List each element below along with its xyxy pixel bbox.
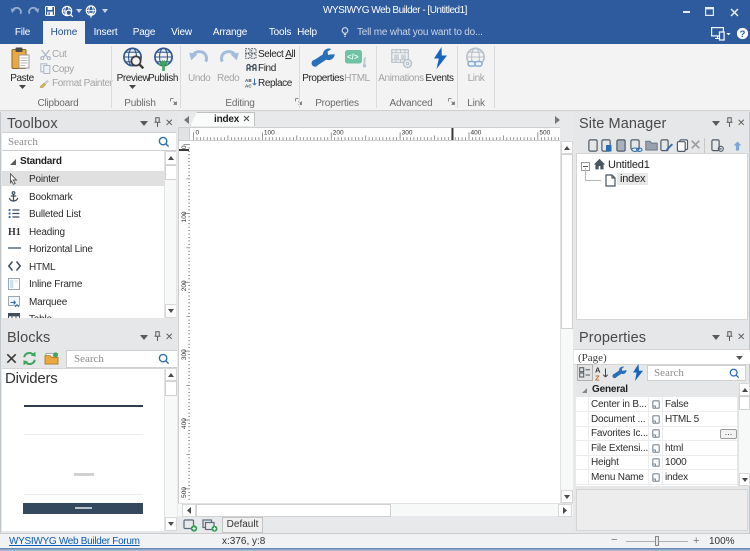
svg-text:</>: </> bbox=[347, 53, 359, 62]
svg-text:400: 400 bbox=[470, 130, 481, 137]
svg-text:100: 100 bbox=[264, 130, 275, 137]
svg-text:Z: Z bbox=[595, 374, 600, 382]
svg-text:300: 300 bbox=[181, 349, 188, 360]
svg-text:500: 500 bbox=[539, 130, 550, 137]
svg-text:200: 200 bbox=[333, 130, 344, 137]
svg-text:H1: H1 bbox=[8, 227, 21, 236]
svg-text:300: 300 bbox=[402, 130, 413, 137]
svg-text:0: 0 bbox=[181, 145, 188, 149]
svg-text:?: ? bbox=[740, 29, 746, 40]
svg-text:AB: AB bbox=[245, 78, 252, 83]
svg-text:200: 200 bbox=[181, 280, 188, 291]
svg-text:400: 400 bbox=[181, 418, 188, 429]
svg-text:0: 0 bbox=[196, 130, 200, 137]
svg-text:100: 100 bbox=[181, 211, 188, 222]
svg-text:500: 500 bbox=[181, 487, 188, 498]
svg-text:AC: AC bbox=[245, 84, 252, 88]
